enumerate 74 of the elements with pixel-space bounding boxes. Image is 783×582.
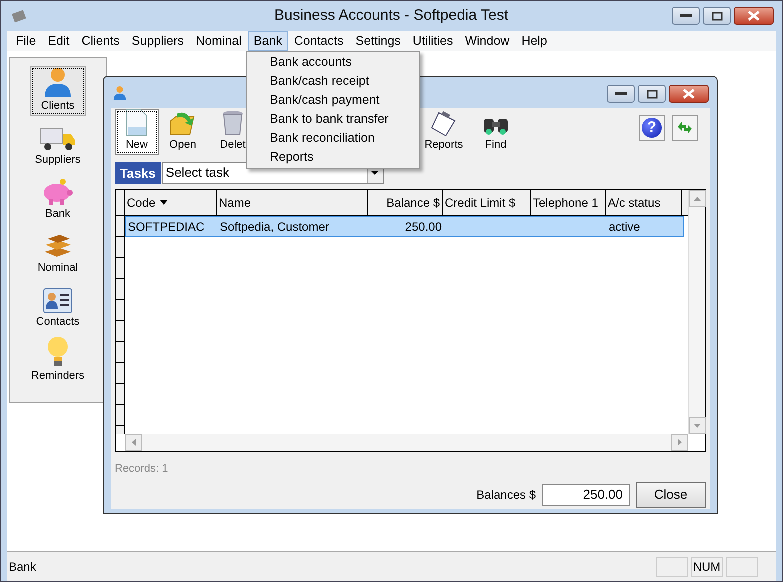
sidebar-item[interactable]: Contacts — [30, 282, 86, 332]
maximize-button[interactable] — [703, 7, 731, 25]
menu-item[interactable]: Contacts — [288, 31, 350, 51]
close-icon — [683, 89, 695, 99]
balances-label: Balances $ — [476, 486, 536, 504]
trash-icon — [222, 108, 244, 136]
person-icon — [43, 66, 73, 98]
status-panel — [656, 556, 688, 576]
light-bulb-icon — [47, 336, 69, 368]
menu-item[interactable]: Window — [459, 31, 516, 51]
toolbar-button[interactable]: Reports — [422, 109, 466, 155]
person-icon — [113, 85, 127, 101]
table-cell-text: 250.00 — [404, 218, 443, 236]
maximize-button[interactable] — [638, 85, 666, 103]
menu-entry[interactable]: Bank accounts — [247, 53, 419, 72]
minimize-icon — [615, 92, 627, 96]
column-header[interactable]: Balance $ — [368, 190, 443, 216]
table-row[interactable]: SOFTPEDIAC Softpedia, Customer 250.00 active — [125, 216, 684, 237]
menu-item[interactable]: Utilities — [406, 31, 460, 51]
column-header[interactable]: Credit Limit $ — [443, 190, 531, 216]
refresh-icon — [677, 121, 693, 135]
menu-item[interactable]: File — [10, 31, 42, 51]
column-header[interactable]: Name — [217, 190, 368, 216]
close-window-button[interactable] — [734, 7, 774, 25]
truck-icon — [40, 126, 76, 152]
close-window-button[interactable] — [669, 85, 709, 103]
maximize-icon — [712, 12, 722, 20]
menu-item[interactable]: Suppliers — [126, 31, 190, 51]
window-title: Business Accounts - Softpedia Test — [274, 6, 509, 26]
refresh-button[interactable] — [672, 115, 698, 141]
toolbar-button[interactable]: Open — [161, 109, 205, 155]
menu-item[interactable]: Bank — [248, 31, 288, 51]
down-arrow-icon — [694, 424, 701, 428]
menu-item[interactable]: Nominal — [190, 31, 248, 51]
status-indicator: NUM — [691, 556, 723, 576]
status-text: Bank — [8, 558, 38, 576]
menu-item[interactable]: Edit — [42, 31, 76, 51]
tasks-label: Tasks — [115, 162, 161, 184]
toolbar-button[interactable]: New — [115, 109, 159, 155]
menu-item[interactable]: Settings — [350, 31, 407, 51]
minimize-icon — [680, 14, 692, 18]
piggy-bank-icon — [42, 178, 74, 206]
minimize-button[interactable] — [607, 85, 635, 103]
menu-entry[interactable]: Bank/cash receipt — [247, 72, 419, 91]
column-header[interactable]: Telephone 1 — [531, 190, 606, 216]
clipboard-icon — [431, 110, 457, 136]
up-arrow-icon — [694, 196, 701, 200]
sidebar-item[interactable]: Clients — [30, 66, 86, 116]
sidebar-item[interactable]: Bank — [30, 174, 86, 224]
menu-item[interactable]: Clients — [76, 31, 126, 51]
sidebar-item[interactable]: Suppliers — [30, 120, 86, 170]
menu-entry[interactable]: Bank/cash payment — [247, 91, 419, 110]
folder-icon — [169, 110, 197, 136]
minimize-button[interactable] — [672, 7, 700, 25]
close-button[interactable]: Close — [636, 482, 706, 508]
help-button[interactable]: ? — [639, 115, 665, 141]
column-header[interactable]: Code — [125, 190, 217, 216]
right-arrow-icon — [678, 439, 682, 446]
close-icon — [748, 11, 760, 21]
left-arrow-icon — [132, 439, 136, 446]
toolbar-button[interactable]: Find — [474, 109, 518, 155]
column-header[interactable]: A/c status — [606, 190, 682, 216]
menu-item[interactable]: Help — [516, 31, 554, 51]
contact-card-icon — [43, 288, 73, 314]
records-count: Records: 1 — [115, 462, 170, 477]
sort-arrow-icon — [160, 200, 168, 205]
table-cell-text: SOFTPEDIAC — [127, 218, 206, 236]
maximize-icon — [646, 90, 658, 98]
table-cell-text: Softpedia, Customer — [219, 218, 330, 236]
balances-field[interactable]: 250.00 — [542, 484, 630, 506]
sidebar-item[interactable]: Nominal — [30, 228, 86, 278]
sidebar-item[interactable]: Reminders — [30, 336, 86, 386]
table-cell-text: active — [608, 218, 642, 236]
status-panel — [726, 556, 758, 576]
